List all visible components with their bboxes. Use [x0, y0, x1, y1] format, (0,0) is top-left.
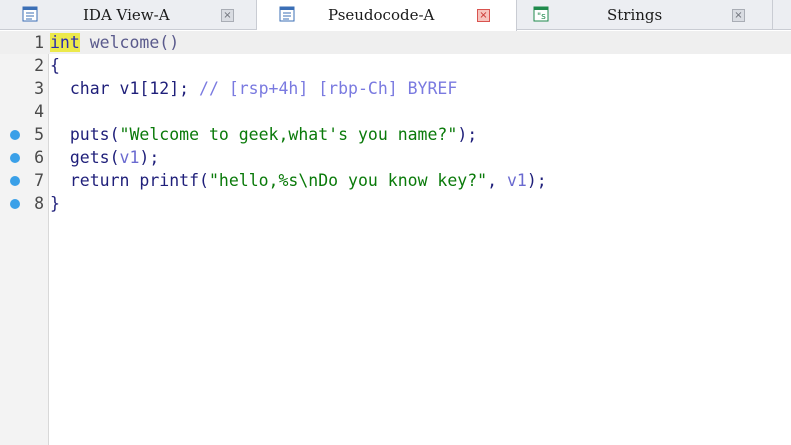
ida-view-icon: [22, 6, 38, 22]
code-line[interactable]: 3 char v1[12]; // [rsp+4h] [rbp-Ch] BYRE…: [0, 77, 791, 100]
code-text[interactable]: puts("Welcome to geek,what's you name?")…: [50, 123, 477, 146]
tab-ida-view-label: IDA View-A: [83, 6, 170, 24]
code-line[interactable]: 1 int welcome(): [0, 31, 791, 54]
strings-icon: "s: [533, 6, 549, 22]
breakpoint-icon[interactable]: [10, 153, 20, 163]
code-token: ,: [487, 171, 507, 190]
code-text[interactable]: {: [50, 54, 60, 77]
code-token: v1: [119, 148, 140, 167]
tab-strings-label: Strings: [607, 6, 663, 24]
line-number: 4: [34, 102, 44, 121]
tab-ida-view[interactable]: IDA View-A ×: [0, 0, 257, 30]
code-line[interactable]: 8}: [0, 192, 791, 215]
code-line[interactable]: 7 return printf("hello,%s\nDo you know k…: [0, 169, 791, 192]
code-line[interactable]: 5 puts("Welcome to geek,what's you name?…: [0, 123, 791, 146]
line-number: 3: [34, 79, 44, 98]
code-text[interactable]: int welcome(): [50, 31, 179, 54]
breakpoint-icon[interactable]: [10, 176, 20, 186]
code-text[interactable]: gets(v1);: [50, 146, 159, 169]
pseudocode-icon: [279, 6, 295, 22]
code-token: v1: [506, 171, 527, 190]
code-text[interactable]: char v1[12]; // [rsp+4h] [rbp-Ch] BYREF: [50, 77, 457, 100]
code-line[interactable]: 4: [0, 100, 791, 123]
tab-ida-view-close-icon[interactable]: ×: [221, 9, 234, 22]
code-token: welcome(): [79, 33, 180, 52]
breakpoint-icon[interactable]: [10, 130, 20, 140]
code-token: {: [50, 56, 60, 75]
code-line[interactable]: 2{: [0, 54, 791, 77]
tab-pseudocode[interactable]: Pseudocode-A ×: [257, 0, 517, 31]
line-number: 1: [34, 33, 44, 52]
code-text[interactable]: return printf("hello,%s\nDo you know key…: [50, 169, 547, 192]
tab-pseudocode-close-icon[interactable]: ×: [477, 9, 490, 22]
code-token: char v1[12];: [50, 79, 200, 98]
line-number: 2: [34, 56, 44, 75]
code-token: );: [457, 125, 478, 144]
code-token: );: [139, 148, 160, 167]
code-token: // [rsp+4h] [rbp-Ch] BYREF: [199, 79, 458, 98]
code-text[interactable]: }: [50, 192, 60, 215]
code-token: "Welcome to geek,what's you name?": [119, 125, 458, 144]
tab-strings-close-icon[interactable]: ×: [732, 9, 745, 22]
tab-bar: IDA View-A × Pseudocode-A × "s Strings ×: [0, 0, 791, 31]
code-token: puts(: [50, 125, 120, 144]
breakpoint-icon[interactable]: [10, 199, 20, 209]
tab-pseudocode-label: Pseudocode-A: [328, 6, 435, 24]
line-number: 6: [34, 148, 44, 167]
line-number: 7: [34, 171, 44, 190]
code-token: return printf(: [50, 171, 209, 190]
svg-text:"s: "s: [537, 12, 546, 22]
code-token: }: [50, 194, 60, 213]
code-token: "hello,%s\nDo you know key?": [208, 171, 488, 190]
line-number: 5: [34, 125, 44, 144]
code-token: );: [526, 171, 547, 190]
code-token: gets(: [50, 148, 120, 167]
code-token: int: [50, 33, 80, 52]
line-number: 8: [34, 194, 44, 213]
tab-strings[interactable]: "s Strings ×: [517, 0, 773, 30]
code-line[interactable]: 6 gets(v1);: [0, 146, 791, 169]
